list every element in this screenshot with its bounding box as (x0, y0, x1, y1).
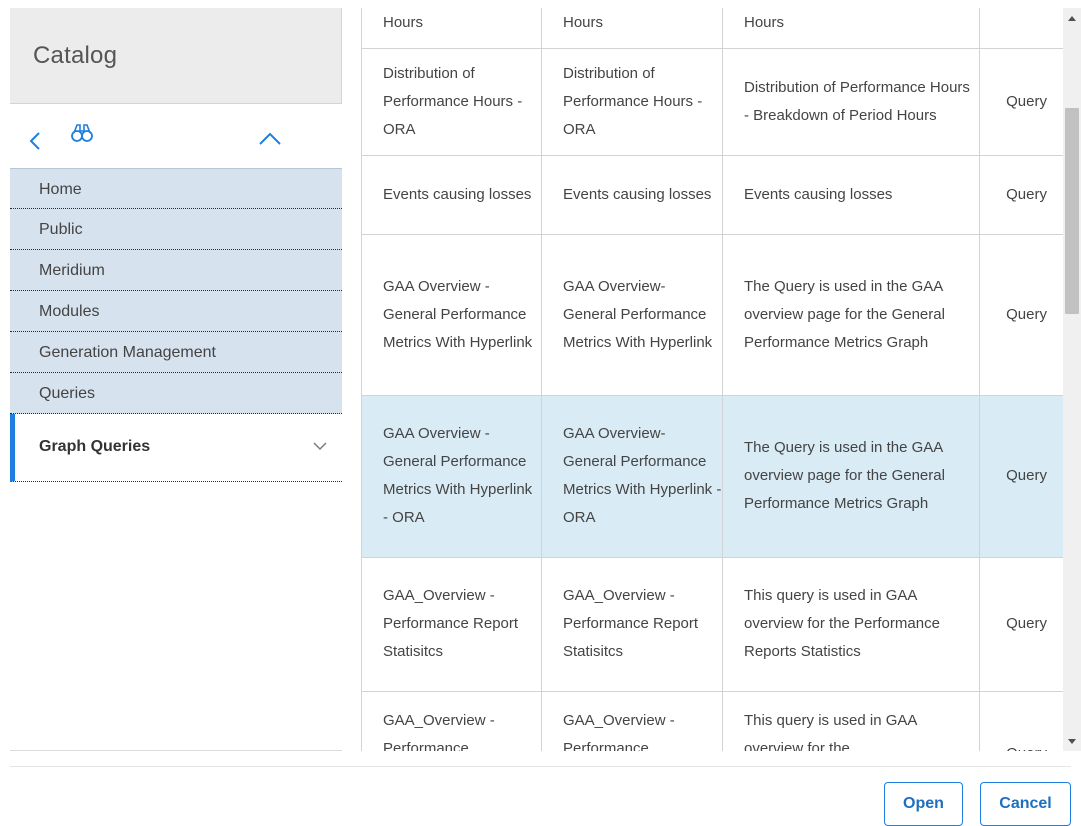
cell-caption: GAA_Overview - Performance Report Statis… (541, 556, 723, 692)
cell-type (979, 8, 1063, 49)
cell-description: This query is used in GAA overview for t… (722, 556, 980, 692)
breadcrumb-item-public[interactable]: Public (10, 209, 342, 250)
current-folder-graph-queries[interactable]: Graph Queries (10, 414, 342, 482)
cell-type: Query (979, 154, 1063, 235)
cell-description: This query is used in GAA overview for t… (722, 690, 980, 751)
current-folder-label: Graph Queries (39, 438, 151, 455)
cell-name: GAA_Overview - Performance (361, 690, 542, 751)
cell-type: Query (979, 690, 1063, 751)
vertical-scrollbar[interactable] (1063, 8, 1081, 751)
cell-type: Query (979, 394, 1063, 558)
catalog-panel: Catalog Home Public Meridium Modules Gen… (10, 8, 342, 751)
chevron-left-icon[interactable] (25, 130, 47, 152)
cell-name: Distribution of Performance Hours - ORA (361, 47, 542, 156)
cell-type: Query (979, 47, 1063, 156)
query-table: Hours Hours Hours Distribution of Perfor… (361, 8, 1063, 751)
divider (10, 750, 342, 751)
cell-name: GAA_Overview - Performance Report Statis… (361, 556, 542, 692)
cell-caption: Hours (541, 8, 723, 49)
cell-description: The Query is used in the GAA overview pa… (722, 394, 980, 558)
table-row[interactable]: GAA Overview - General Performance Metri… (361, 233, 1063, 396)
cell-caption: Distribution of Performance Hours - ORA (541, 47, 723, 156)
cell-description: Hours (722, 8, 980, 49)
cell-type: Query (979, 233, 1063, 396)
cell-description: Events causing losses (722, 154, 980, 235)
scroll-up-arrow-icon[interactable] (1063, 10, 1081, 28)
table-row[interactable]: Hours Hours Hours (361, 8, 1063, 49)
catalog-title: Catalog (33, 42, 118, 69)
cell-description: The Query is used in the GAA overview pa… (722, 233, 980, 396)
cell-name: GAA Overview - General Performance Metri… (361, 394, 542, 558)
cell-name: Events causing losses (361, 154, 542, 235)
cell-caption: GAA Overview- General Performance Metric… (541, 233, 723, 396)
table-row-selected[interactable]: GAA Overview - General Performance Metri… (361, 394, 1063, 558)
table-row[interactable]: GAA_Overview - Performance GAA_Overview … (361, 690, 1063, 751)
table-row[interactable]: GAA_Overview - Performance Report Statis… (361, 556, 1063, 692)
cell-caption: Events causing losses (541, 154, 723, 235)
cell-caption: GAA Overview- General Performance Metric… (541, 394, 723, 558)
breadcrumb-item-modules[interactable]: Modules (10, 291, 342, 332)
breadcrumb-item-queries[interactable]: Queries (10, 373, 342, 414)
table-row[interactable]: Distribution of Performance Hours - ORA … (361, 47, 1063, 156)
breadcrumb-item-home[interactable]: Home (10, 168, 342, 209)
table-row[interactable]: Events causing losses Events causing los… (361, 154, 1063, 235)
cell-name: Hours (361, 8, 542, 49)
catalog-item-table: Hours Hours Hours Distribution of Perfor… (361, 8, 1063, 751)
catalog-header: Catalog (10, 8, 342, 104)
open-button[interactable]: Open (884, 782, 963, 826)
breadcrumb-item-meridium[interactable]: Meridium (10, 250, 342, 291)
cell-caption: GAA_Overview - Performance (541, 690, 723, 751)
cell-type: Query (979, 556, 1063, 692)
cancel-button[interactable]: Cancel (980, 782, 1071, 826)
chevron-up-icon[interactable] (257, 128, 283, 150)
breadcrumb-item-generation-management[interactable]: Generation Management (10, 332, 342, 373)
footer-divider (10, 766, 1071, 767)
breadcrumb: Home Public Meridium Modules Generation … (10, 168, 342, 482)
scroll-down-arrow-icon[interactable] (1063, 732, 1081, 750)
cell-name: GAA Overview - General Performance Metri… (361, 233, 542, 396)
binoculars-icon[interactable] (70, 122, 94, 144)
chevron-down-icon[interactable] (312, 438, 328, 454)
scrollbar-thumb[interactable] (1065, 108, 1079, 314)
cell-description: Distribution of Performance Hours - Brea… (722, 47, 980, 156)
catalog-toolbar (10, 104, 342, 168)
